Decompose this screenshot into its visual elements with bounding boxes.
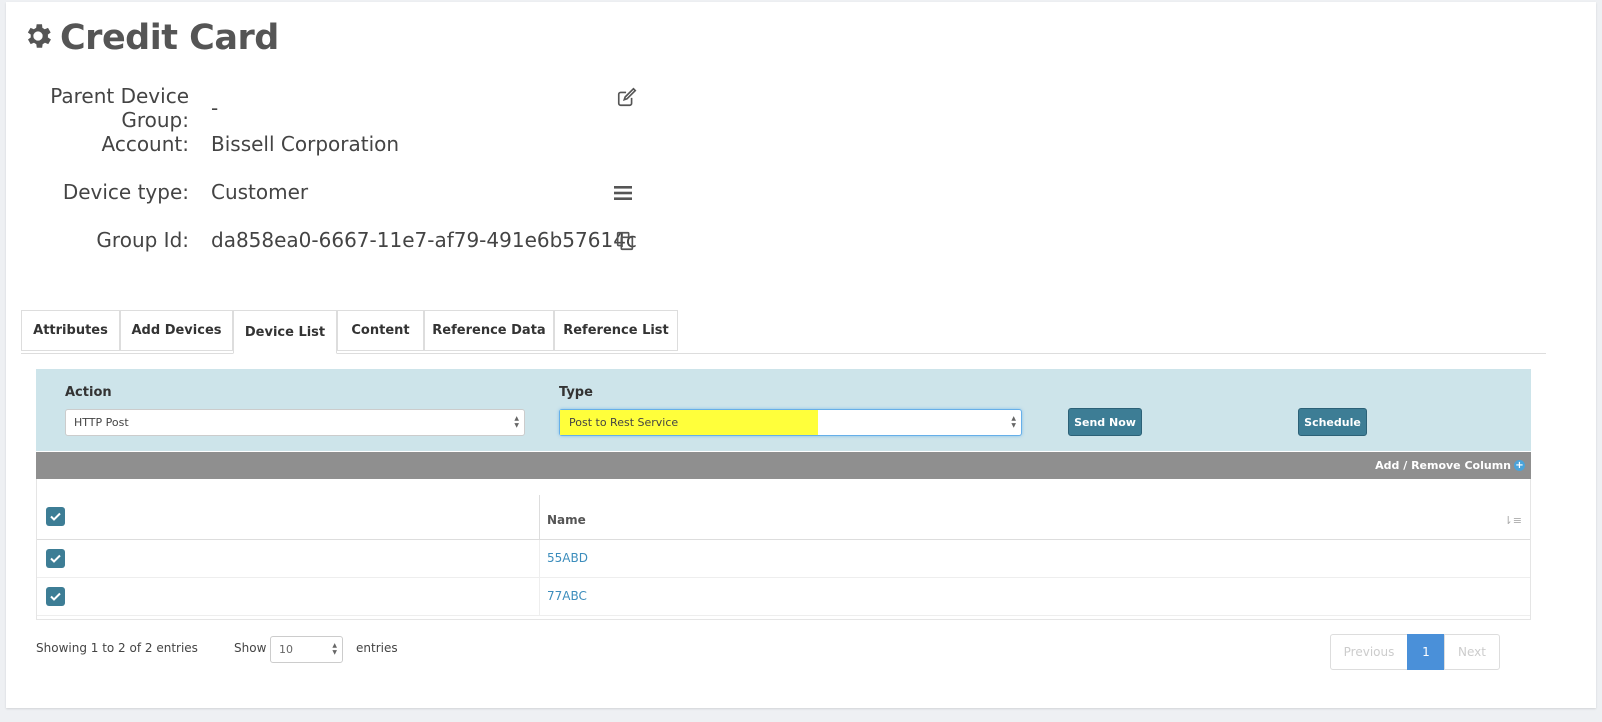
cell-divider bbox=[539, 540, 540, 577]
device-name-link[interactable]: 55ABD bbox=[547, 551, 588, 565]
tab-device-list[interactable]: Device List bbox=[233, 310, 337, 354]
send-now-button[interactable]: Send Now bbox=[1068, 408, 1142, 436]
table-row: 77ABC bbox=[37, 578, 1530, 616]
row-checkbox[interactable] bbox=[46, 587, 65, 606]
menu-icon[interactable] bbox=[610, 180, 636, 206]
account-label: Account: bbox=[101, 132, 190, 156]
action-select-value: HTTP Post bbox=[74, 416, 129, 429]
add-remove-column-button[interactable]: Add / Remove Column + bbox=[1375, 459, 1525, 472]
group-id-label: Group Id: bbox=[96, 228, 189, 252]
type-select-value: Post to Rest Service bbox=[569, 416, 679, 429]
tab-bar: Attributes Add Devices Device List Conte… bbox=[21, 310, 1546, 354]
page-size-select[interactable]: 10 ▲ ▼ bbox=[270, 636, 343, 663]
device-table: Name ⇂≡ 55ABD 77ABC bbox=[36, 479, 1531, 620]
row-checkbox[interactable] bbox=[46, 549, 65, 568]
add-remove-column-label: Add / Remove Column bbox=[1375, 459, 1511, 472]
action-select[interactable]: HTTP Post ▲ ▼ bbox=[65, 409, 525, 436]
page-title: Credit Card bbox=[60, 18, 279, 58]
device-type-value: Customer bbox=[211, 180, 309, 204]
column-divider bbox=[539, 495, 540, 540]
tab-content[interactable]: Content bbox=[337, 310, 424, 351]
tab-add-devices[interactable]: Add Devices bbox=[120, 310, 233, 351]
device-type-row: Device type: Customer bbox=[6, 180, 308, 204]
select-arrows-icon: ▲ ▼ bbox=[1011, 415, 1016, 429]
device-type-label: Device type: bbox=[62, 180, 189, 204]
table-header: Name ⇂≡ bbox=[37, 479, 1530, 540]
next-page-button[interactable]: Next bbox=[1444, 634, 1500, 670]
account-row: Account: Bissell Corporation bbox=[6, 132, 400, 156]
action-label: Action bbox=[65, 385, 112, 400]
cell-divider bbox=[539, 578, 540, 615]
entries-label: entries bbox=[356, 641, 398, 655]
select-arrows-icon: ▲ ▼ bbox=[332, 642, 337, 656]
select-arrows-icon: ▲ ▼ bbox=[514, 415, 519, 429]
device-name-link[interactable]: 77ABC bbox=[547, 589, 587, 603]
column-header-name[interactable]: Name bbox=[547, 513, 586, 527]
gear-icon bbox=[22, 20, 54, 56]
page-header: Credit Card bbox=[22, 18, 279, 58]
device-group-card: Credit Card Parent Device Group: - Accou… bbox=[6, 2, 1596, 708]
table-toolbar: Add / Remove Column + bbox=[36, 452, 1531, 479]
check-icon bbox=[50, 512, 61, 521]
group-id-value: da858ea0-6667-11e7-af79-491e6b57614c bbox=[211, 228, 637, 252]
tab-reference-data[interactable]: Reference Data bbox=[424, 310, 554, 351]
check-icon bbox=[50, 592, 61, 601]
select-all-checkbox[interactable] bbox=[46, 507, 65, 526]
account-value: Bissell Corporation bbox=[211, 132, 400, 156]
parent-device-group-row: Parent Device Group: - bbox=[6, 84, 218, 132]
table-info: Showing 1 to 2 of 2 entries bbox=[36, 641, 198, 655]
action-panel: Action HTTP Post ▲ ▼ Type Post to Rest Se… bbox=[36, 369, 1531, 451]
page-size-value: 10 bbox=[279, 643, 293, 656]
edit-icon[interactable] bbox=[614, 84, 640, 110]
copy-icon[interactable] bbox=[612, 228, 638, 254]
group-id-row: Group Id: da858ea0-6667-11e7-af79-491e6b… bbox=[6, 228, 637, 252]
tab-reference-list[interactable]: Reference List bbox=[554, 310, 678, 351]
show-label: Show bbox=[234, 641, 267, 655]
parent-device-group-value: - bbox=[211, 96, 219, 120]
plus-icon: + bbox=[1514, 460, 1525, 471]
page-1-button[interactable]: 1 bbox=[1407, 634, 1445, 670]
schedule-button[interactable]: Schedule bbox=[1298, 408, 1367, 436]
type-label: Type bbox=[559, 385, 593, 400]
sort-icon[interactable]: ⇂≡ bbox=[1504, 514, 1522, 527]
parent-device-group-label: Parent Device Group: bbox=[50, 84, 189, 132]
previous-page-button[interactable]: Previous bbox=[1330, 634, 1408, 670]
table-row: 55ABD bbox=[37, 540, 1530, 578]
type-select[interactable]: Post to Rest Service ▲ ▼ bbox=[559, 409, 1022, 436]
tab-attributes[interactable]: Attributes bbox=[21, 310, 120, 351]
check-icon bbox=[50, 554, 61, 563]
